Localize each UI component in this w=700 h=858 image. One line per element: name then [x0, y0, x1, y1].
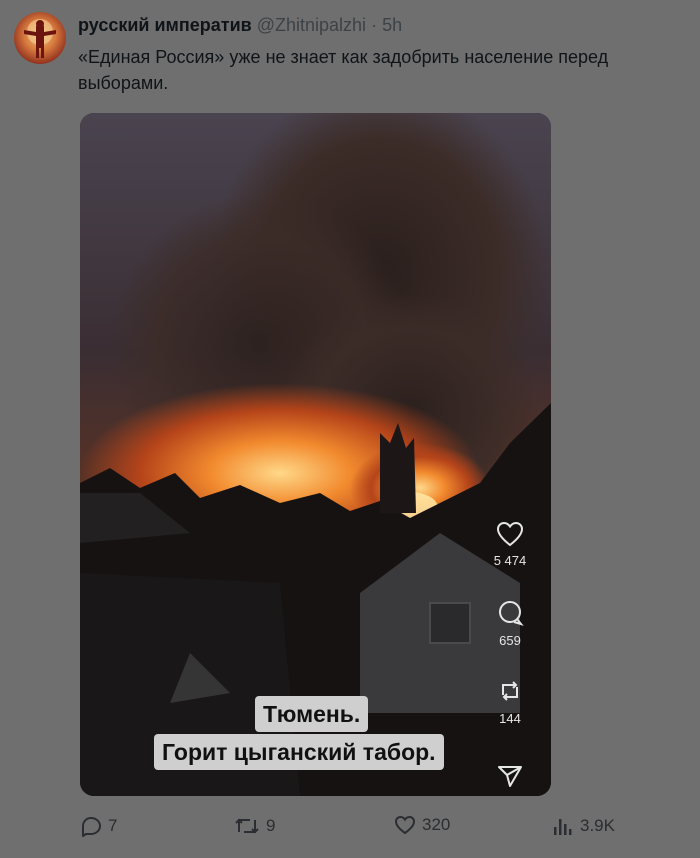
video-caption-line1: Тюмень. — [255, 696, 369, 732]
video-player[interactable]: 5 474 659 144 Тюмень. Горит цыганский та… — [80, 113, 551, 796]
video-caption-line2: Горит цыганский табор. — [154, 734, 444, 770]
video-share-action[interactable] — [475, 763, 545, 795]
reply-count: 7 — [108, 816, 118, 835]
separator-dot: · — [371, 15, 378, 35]
views-button[interactable]: 3.9K — [552, 815, 615, 837]
reply-button[interactable]: 7 — [80, 815, 117, 837]
video-comment-action[interactable]: 659 — [475, 599, 545, 648]
video-repost-count: 144 — [499, 711, 521, 726]
tweet-time[interactable]: 5h — [382, 15, 402, 35]
repost-count: 9 — [266, 816, 276, 835]
author-name[interactable]: русский императив — [78, 15, 252, 35]
comment-icon — [499, 601, 524, 626]
author-handle[interactable]: @Zhitnipalzhi — [257, 15, 366, 35]
share-icon — [498, 766, 522, 787]
tweet-action-bar: 7 9 320 3.9K — [0, 815, 700, 843]
like-button[interactable]: 320 — [394, 815, 450, 835]
views-count: 3.9K — [580, 816, 615, 835]
heart-icon — [394, 815, 416, 835]
analytics-icon — [554, 819, 572, 835]
repost-button[interactable]: 9 — [234, 815, 275, 837]
avatar-figure — [24, 19, 56, 58]
video-comment-count: 659 — [499, 633, 521, 648]
tweet-header: русский императив @Zhitnipalzhi · 5h — [78, 14, 402, 36]
tweet-text: «Единая Россия» уже не знает как задобри… — [78, 47, 609, 93]
repost-icon — [235, 818, 259, 834]
video-repost-action[interactable]: 144 — [475, 677, 545, 726]
video-like-action[interactable]: 5 474 — [475, 521, 545, 568]
repost-icon — [502, 681, 518, 701]
heart-icon — [496, 521, 524, 547]
reply-icon — [82, 817, 101, 837]
like-count: 320 — [422, 815, 451, 834]
avatar[interactable] — [14, 12, 66, 64]
video-like-count: 5 474 — [493, 553, 527, 568]
